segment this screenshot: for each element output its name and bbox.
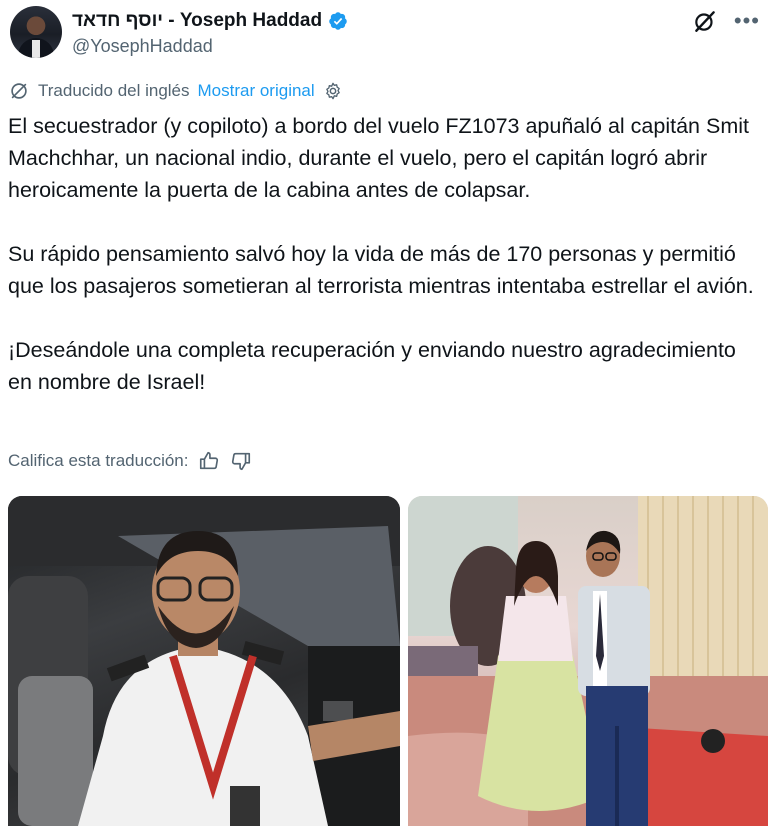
photo-pilot-cockpit[interactable] <box>8 496 400 826</box>
tweet-paragraph: El secuestrador (y copiloto) a bordo del… <box>8 114 749 202</box>
top-actions: ••• <box>692 8 760 34</box>
author-handle[interactable]: @YosephHaddad <box>72 36 213 57</box>
tweet-paragraph: Su rápido pensamiento salvó hoy la vida … <box>8 242 754 298</box>
tweet-paragraph: ¡Deseándole una completa recuperación y … <box>8 338 736 394</box>
translation-bar: Traducido del inglés Mostrar original <box>8 80 343 102</box>
media-gallery <box>8 496 768 826</box>
show-original-link[interactable]: Mostrar original <box>198 81 315 101</box>
verified-badge-icon <box>329 12 347 30</box>
grok-icon[interactable] <box>692 8 718 34</box>
photo-couple-event[interactable] <box>408 496 768 826</box>
thumbs-up-icon[interactable] <box>198 450 220 472</box>
gear-icon[interactable] <box>323 81 343 101</box>
thumbs-down-icon[interactable] <box>230 450 252 472</box>
author-name-row: יוסף חדאד - Yoseph Haddad <box>72 10 348 32</box>
tweet-header: יוסף חדאד - Yoseph Haddad @YosephHaddad … <box>8 4 760 62</box>
rate-translation-label: Califica esta traducción: <box>8 451 189 470</box>
more-icon[interactable]: ••• <box>734 10 760 32</box>
translated-label: Traducido del inglés <box>38 81 190 100</box>
pilot-photo-illustration <box>8 496 400 826</box>
avatar[interactable] <box>10 6 62 58</box>
tweet-text: El secuestrador (y copiloto) a bordo del… <box>8 110 760 398</box>
rate-translation: Califica esta traducción: <box>8 450 252 472</box>
author-display-name[interactable]: יוסף חדאד - Yoseph Haddad <box>72 10 322 32</box>
couple-photo-illustration <box>408 496 768 826</box>
translate-icon <box>11 83 27 99</box>
